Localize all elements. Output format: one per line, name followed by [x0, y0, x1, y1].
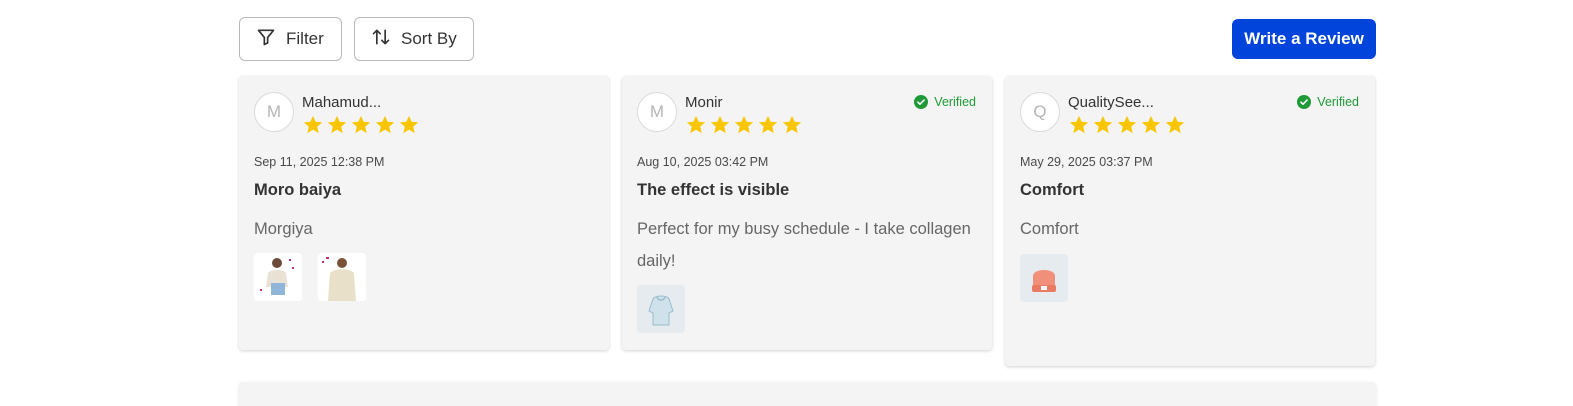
review-title: The effect is visible — [637, 181, 790, 199]
filter-icon — [256, 27, 276, 52]
star-rating — [1068, 114, 1186, 136]
star-rating — [302, 114, 420, 136]
review-card — [239, 382, 1376, 406]
star-icon — [375, 115, 395, 134]
review-image-thumbnail[interactable] — [637, 285, 685, 333]
check-circle-icon — [1297, 95, 1312, 109]
avatar: Q — [1020, 92, 1060, 132]
write-review-button[interactable]: Write a Review — [1232, 19, 1376, 59]
review-body: Comfort — [1020, 220, 1079, 238]
review-image-thumbnail[interactable] — [318, 253, 366, 301]
review-card: M Monir Verified Aug 10, 2025 03:42 PM T… — [622, 76, 992, 350]
avatar: M — [254, 92, 294, 132]
review-title: Comfort — [1020, 181, 1085, 199]
verified-badge: Verified — [1297, 95, 1359, 109]
review-date: Aug 10, 2025 03:42 PM — [637, 155, 769, 169]
review-card: M Mahamud... Sep 11, 2025 12:38 PM Moro … — [239, 76, 609, 350]
reviewer-name: Monir — [685, 94, 723, 111]
check-circle-icon — [914, 95, 929, 109]
reviewer-name: QualitySee... — [1068, 94, 1154, 111]
star-icon — [303, 115, 323, 134]
star-icon — [710, 115, 730, 134]
star-icon — [1165, 115, 1185, 134]
star-icon — [399, 115, 419, 134]
review-date: Sep 11, 2025 12:38 PM — [254, 155, 385, 169]
review-image-thumbnail[interactable] — [1020, 254, 1068, 302]
review-body: Morgiya — [254, 220, 313, 238]
verified-badge: Verified — [914, 95, 976, 109]
avatar: M — [637, 92, 677, 132]
review-toolbar: Filter Sort By Write a Review — [239, 17, 1376, 61]
verified-label: Verified — [1317, 95, 1359, 109]
star-rating — [685, 114, 803, 136]
reviewer-name: Mahamud... — [302, 94, 382, 111]
star-icon — [1069, 115, 1089, 134]
review-image-thumbnail[interactable] — [254, 253, 302, 301]
review-title: Moro baiya — [254, 181, 342, 199]
review-body: Perfect for my busy schedule - I take co… — [637, 220, 971, 270]
star-icon — [782, 115, 802, 134]
star-icon — [1117, 115, 1137, 134]
sort-icon — [371, 27, 391, 52]
star-icon — [1093, 115, 1113, 134]
filter-label: Filter — [286, 29, 324, 48]
sort-button[interactable]: Sort By — [354, 17, 474, 61]
star-icon — [1141, 115, 1161, 134]
star-icon — [734, 115, 754, 134]
filter-button[interactable]: Filter — [239, 17, 342, 61]
verified-label: Verified — [934, 95, 976, 109]
star-icon — [758, 115, 778, 134]
sort-label: Sort By — [401, 29, 457, 48]
star-icon — [327, 115, 347, 134]
star-icon — [351, 115, 371, 134]
review-date: May 29, 2025 03:37 PM — [1020, 155, 1153, 169]
star-icon — [686, 115, 706, 134]
review-card: Q QualitySee... Verified May 29, 2025 03… — [1005, 76, 1375, 366]
